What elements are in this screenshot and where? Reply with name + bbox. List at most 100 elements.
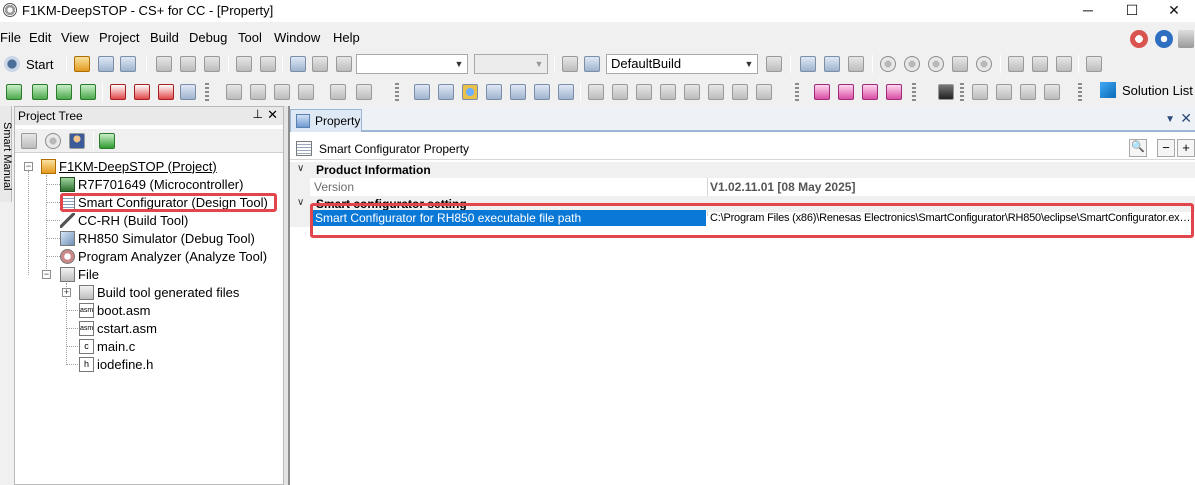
debug-build-icon[interactable]: [824, 56, 840, 72]
stop-build-icon[interactable]: [110, 84, 126, 100]
chip-icon-5[interactable]: [330, 84, 346, 100]
local-variables-icon[interactable]: [558, 84, 574, 100]
solution-list-button[interactable]: Solution List: [1100, 82, 1193, 98]
return-icon[interactable]: [976, 56, 992, 72]
window-icon-3[interactable]: [1020, 84, 1036, 100]
minimize-button[interactable]: ─: [1066, 0, 1110, 22]
tree-node-debug-tool[interactable]: RH850 Simulator (Debug Tool): [60, 229, 255, 247]
bookmark-icon-3[interactable]: [862, 84, 878, 100]
paste-icon[interactable]: [204, 56, 220, 72]
bookmark-icon-2[interactable]: [838, 84, 854, 100]
refresh-icon[interactable]: [99, 133, 115, 149]
tree-node-analyze-tool[interactable]: Program Analyzer (Analyze Tool): [60, 247, 267, 265]
tab-property[interactable]: Property: [290, 109, 362, 132]
maximize-button[interactable]: ☐: [1110, 0, 1154, 22]
tree-node-build-generated[interactable]: Build tool generated files: [79, 283, 239, 301]
smart-manual-tab[interactable]: Smart Manual: [0, 106, 13, 202]
new-project-icon[interactable]: [74, 56, 90, 72]
panel-icon-2[interactable]: [438, 84, 454, 100]
step-out-icon[interactable]: [1032, 56, 1048, 72]
pin-icon[interactable]: ⊥: [253, 107, 263, 121]
copy-icon[interactable]: [180, 56, 196, 72]
tree-node-file[interactable]: File: [60, 265, 99, 283]
category-product-information[interactable]: ∨ Product Information: [290, 162, 1195, 178]
timer-icon[interactable]: [636, 84, 652, 100]
build-generated-expand-icon[interactable]: +: [62, 288, 71, 297]
build-mode-select[interactable]: DefaultBuild ▼: [606, 54, 758, 74]
build-project-icon[interactable]: [6, 84, 22, 100]
project-collapse-icon[interactable]: −: [24, 162, 33, 171]
undo-icon[interactable]: [236, 56, 252, 72]
rebuild-all-icon[interactable]: [134, 84, 150, 100]
menu-file[interactable]: File: [0, 30, 21, 45]
find-previous-icon[interactable]: [312, 56, 328, 72]
feedback-icon[interactable]: [1130, 30, 1148, 48]
menu-view[interactable]: View: [61, 30, 89, 45]
build-config-icon[interactable]: [584, 56, 600, 72]
expand-all-button[interactable]: +: [1177, 139, 1195, 157]
step-in-icon[interactable]: [952, 56, 968, 72]
device-icon[interactable]: [938, 84, 954, 100]
collapse-all-button[interactable]: −: [1157, 139, 1175, 157]
tree-node-main-c[interactable]: c main.c: [79, 337, 135, 355]
tree-node-boot-asm[interactable]: asm boot.asm: [79, 301, 150, 319]
clean-all-icon[interactable]: [158, 84, 174, 100]
chip-icon-1[interactable]: [226, 84, 242, 100]
disconnect-icon[interactable]: [1086, 56, 1102, 72]
menu-debug[interactable]: Debug: [189, 30, 227, 45]
menu-edit[interactable]: Edit: [29, 30, 51, 45]
chip-icon-7[interactable]: [708, 84, 724, 100]
search-combo[interactable]: ▼: [356, 54, 468, 74]
search-icon[interactable]: 🔍: [1129, 139, 1147, 157]
window-icon-2[interactable]: [996, 84, 1012, 100]
coverage-icon[interactable]: [660, 84, 676, 100]
window-icon-4[interactable]: [1044, 84, 1060, 100]
events-icon[interactable]: [612, 84, 628, 100]
chip-icon-8[interactable]: [732, 84, 748, 100]
build-mode-icon[interactable]: [562, 56, 578, 72]
trace-icon[interactable]: [588, 84, 604, 100]
window-icon-1[interactable]: [972, 84, 988, 100]
tab-list-chevron-icon[interactable]: ▼: [1165, 114, 1175, 125]
find-next-icon[interactable]: [336, 56, 352, 72]
bookmark-icon-4[interactable]: [886, 84, 902, 100]
user-icon[interactable]: [69, 133, 85, 149]
menu-window[interactable]: Window: [274, 30, 320, 45]
start-button[interactable]: Start: [4, 54, 53, 74]
panel-close-icon[interactable]: ✕: [267, 107, 278, 123]
tree-node-iodefine-h[interactable]: h iodefine.h: [79, 355, 153, 373]
go-icon[interactable]: [904, 56, 920, 72]
watch-icon[interactable]: [462, 84, 478, 100]
run-to-icon[interactable]: [1056, 56, 1072, 72]
properties-icon[interactable]: [45, 133, 61, 149]
settings-icon[interactable]: [756, 84, 772, 100]
save-icon[interactable]: [98, 56, 114, 72]
tab-close-icon[interactable]: ✕: [1180, 110, 1192, 127]
memory-icon[interactable]: [486, 84, 502, 100]
chip-icon-6[interactable]: [356, 84, 372, 100]
chip-icon-3[interactable]: [274, 84, 290, 100]
sort-icon[interactable]: [21, 133, 37, 149]
io-register-icon[interactable]: [534, 84, 550, 100]
tree-node-build-tool[interactable]: CC-RH (Build Tool): [60, 211, 188, 229]
menu-project[interactable]: Project: [99, 30, 139, 45]
build-file-icon[interactable]: [80, 84, 96, 100]
chip-icon-4[interactable]: [298, 84, 314, 100]
download-icon[interactable]: [800, 56, 816, 72]
call-stack-icon[interactable]: [684, 84, 700, 100]
redo-icon[interactable]: [260, 56, 276, 72]
ignore-break-icon[interactable]: [928, 56, 944, 72]
menu-help[interactable]: Help: [333, 30, 360, 45]
build-tool-icon[interactable]: [766, 56, 782, 72]
property-row-version[interactable]: Version V1.02.11.01 [08 May 2025]: [290, 178, 1195, 196]
menu-tool[interactable]: Tool: [238, 30, 262, 45]
clean-project-icon[interactable]: [56, 84, 72, 100]
network-icon[interactable]: [1178, 30, 1194, 48]
find-icon[interactable]: [290, 56, 306, 72]
register-icon[interactable]: [510, 84, 526, 100]
bookmark-icon-1[interactable]: [814, 84, 830, 100]
tree-node-microcontroller[interactable]: R7F701649 (Microcontroller): [60, 175, 243, 193]
cut-icon[interactable]: [156, 56, 172, 72]
build-options-icon[interactable]: [180, 84, 196, 100]
menu-build[interactable]: Build: [150, 30, 179, 45]
